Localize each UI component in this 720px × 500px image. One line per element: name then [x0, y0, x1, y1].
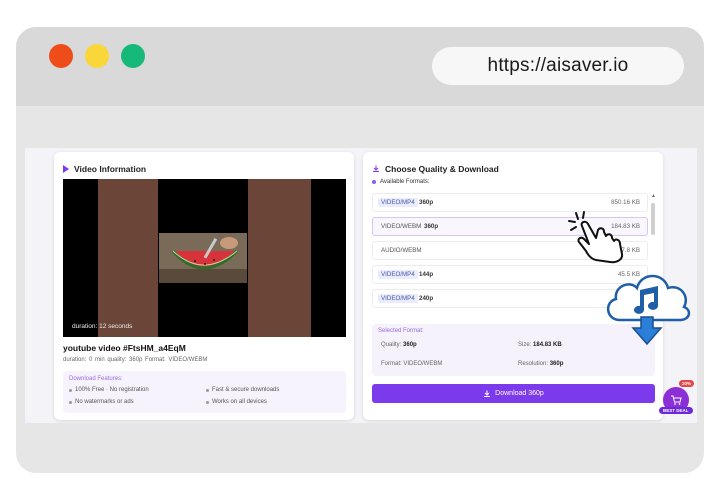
format-type: VIDEO/MP4	[378, 270, 418, 279]
download-icon	[484, 390, 491, 397]
format-size: 850.16 KB	[611, 199, 640, 206]
play-icon	[63, 165, 69, 173]
scroll-up-icon[interactable]: ▲	[651, 193, 656, 199]
feature-item: 100% Free · No registration	[69, 387, 149, 393]
feature-item: Works on all devices	[206, 399, 267, 405]
watermelon-image	[159, 233, 247, 283]
download-features-box: Download Features: 100% Free · No regist…	[63, 371, 346, 413]
cloud-music-icon	[607, 274, 691, 346]
label: Resolution:	[518, 361, 549, 367]
video-title: youtube video #FtsHM_a4EqM	[63, 343, 186, 353]
feature-item: No watermarks or ads	[69, 399, 134, 405]
video-meta: duration: 0 min quality: 360p Format: VI…	[63, 357, 208, 363]
close-window-button[interactable]	[49, 44, 73, 68]
features-title: Download Features:	[69, 376, 123, 382]
bullet-icon	[69, 388, 72, 392]
address-bar[interactable]: https://aisaver.io	[432, 47, 684, 85]
value: 360p	[549, 361, 564, 367]
scrollbar-thumb[interactable]	[651, 203, 655, 235]
label: Format:	[381, 361, 402, 367]
bullet-icon	[206, 388, 209, 392]
selected-quality: Quality: 360p	[381, 342, 417, 348]
bullet-icon	[69, 400, 72, 404]
selected-format-title: Selected Format:	[378, 328, 424, 334]
video-duration-overlay: duration: 12 seconds	[72, 323, 133, 330]
format-quality: 144p	[419, 271, 434, 278]
selected-format-type: Format: VIDEO/WEBM	[381, 361, 442, 367]
feature-text: No watermarks or ads	[75, 399, 134, 405]
value: 360p	[403, 342, 417, 348]
best-deal-label[interactable]: BEST DEAL	[659, 407, 693, 414]
video-info-title: Video Information	[74, 164, 147, 174]
maximize-window-button[interactable]	[121, 44, 145, 68]
available-formats-text: Available Formats:	[380, 179, 430, 185]
format-quality: 240p	[419, 295, 434, 302]
value: 184.83 KB	[533, 342, 562, 348]
label: Quality:	[381, 342, 402, 348]
feature-text: Works on all devices	[212, 399, 267, 405]
minimize-window-button[interactable]	[85, 44, 109, 68]
video-information-card: Video Information duration: 12 seconds y…	[54, 152, 354, 420]
value: VIDEO/WEBM	[403, 361, 443, 367]
video-thumbnail	[159, 233, 247, 283]
available-formats-label: Available Formats:	[372, 179, 430, 185]
format-quality: 360p	[419, 199, 434, 206]
browser-titlebar: https://aisaver.io	[16, 27, 704, 106]
selected-size: Size: 184.83 KB	[518, 342, 562, 348]
format-type: VIDEO/MP4	[378, 294, 418, 303]
purple-dot-icon	[372, 180, 376, 184]
selected-resolution: Resolution: 360p	[518, 361, 563, 367]
label: Size:	[518, 342, 532, 348]
video-frame-band-right	[248, 179, 311, 337]
video-frame-band-left	[98, 179, 158, 337]
page-viewport: Video Information duration: 12 seconds y…	[25, 148, 697, 423]
download-icon	[373, 165, 379, 172]
feature-text: 100% Free · No registration	[75, 387, 149, 393]
tap-hand-icon	[568, 211, 624, 264]
quality-heading: Choose Quality & Download	[372, 164, 499, 174]
feature-text: Fast & secure downloads	[212, 387, 280, 393]
format-type: VIDEO/WEBM	[381, 223, 422, 230]
discount-badge: 20%	[679, 380, 695, 387]
bullet-icon	[206, 400, 209, 404]
format-type: AUDIO/WEBM	[381, 247, 422, 254]
feature-item: Fast & secure downloads	[206, 387, 279, 393]
cart-icon	[671, 395, 682, 405]
video-preview[interactable]: duration: 12 seconds	[63, 179, 346, 337]
format-quality: 360p	[424, 223, 439, 230]
quality-title: Choose Quality & Download	[385, 164, 499, 174]
video-info-heading: Video Information	[63, 164, 146, 174]
download-button[interactable]: Download 360p	[372, 384, 655, 403]
format-type: VIDEO/MP4	[378, 198, 418, 207]
download-button-label: Download 360p	[495, 390, 544, 397]
